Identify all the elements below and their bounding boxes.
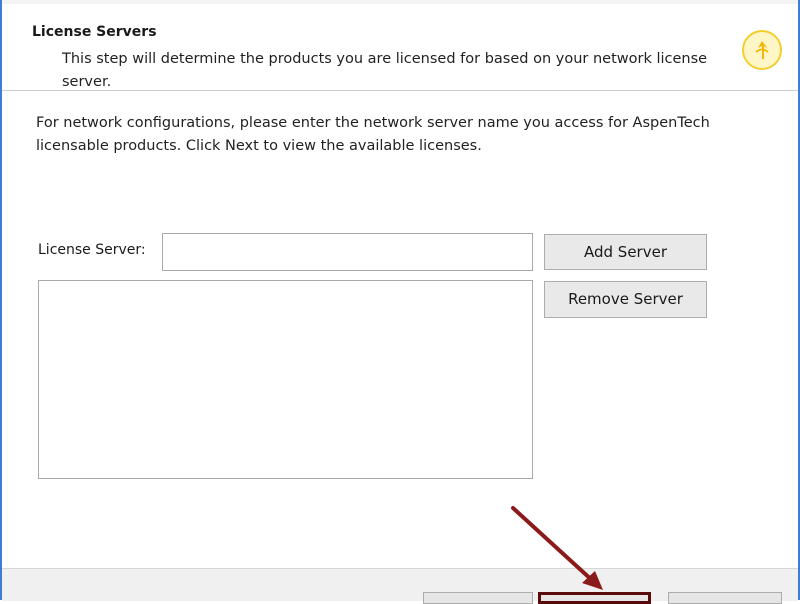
annotation-arrow-icon: [511, 506, 603, 590]
